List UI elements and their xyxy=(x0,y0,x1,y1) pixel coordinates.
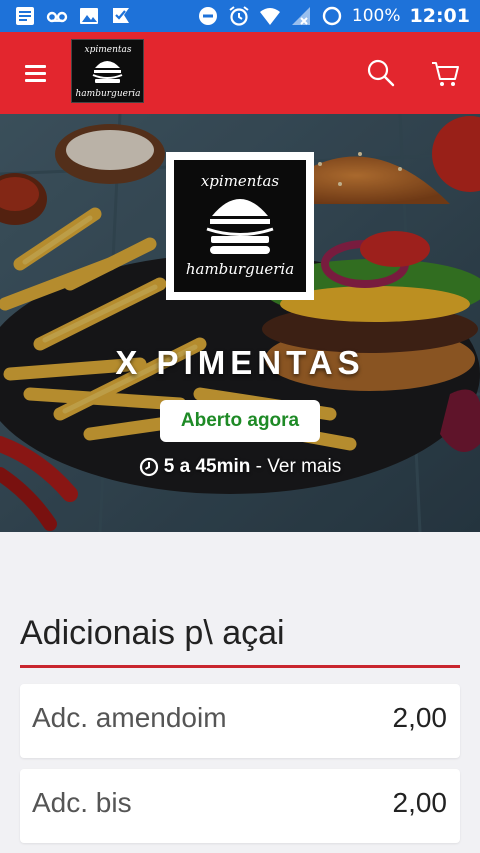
document-icon xyxy=(16,7,34,25)
menu-item[interactable]: Adc. amendoim 2,00 xyxy=(20,684,460,758)
menu-item[interactable]: Adc. bis 2,00 xyxy=(20,769,460,843)
image-icon xyxy=(80,8,98,24)
menu-item-price: 2,00 xyxy=(392,702,448,733)
cart-button[interactable] xyxy=(428,56,462,90)
menu-button[interactable] xyxy=(20,59,50,87)
status-bar: 100% 12:01 xyxy=(0,0,480,32)
cart-icon xyxy=(432,62,459,86)
check-flag-icon xyxy=(113,8,129,23)
alarm-icon xyxy=(229,6,249,26)
store-logo: xpimentas hamburgueria xyxy=(166,152,314,300)
battery-percent: 100% xyxy=(351,6,401,26)
store-name: X PIMENTAS xyxy=(115,344,365,381)
app-toolbar: xpimentas hamburgueria xyxy=(0,32,480,114)
search-button[interactable] xyxy=(364,56,398,90)
delivery-time: 5 a 45min xyxy=(163,456,251,477)
clock-icon xyxy=(139,457,158,477)
signal-icon xyxy=(291,7,310,25)
store-logo-small[interactable]: xpimentas hamburgueria xyxy=(71,39,144,103)
section-title: Adicionais p\ açai xyxy=(20,614,285,652)
do-not-disturb-icon xyxy=(198,7,217,25)
burger-logo-icon: xpimentas hamburgueria xyxy=(76,45,141,99)
clock-time: 12:01 xyxy=(409,5,470,27)
voicemail-icon xyxy=(46,11,68,23)
logo-bottom-text: hamburgueria xyxy=(76,89,141,99)
see-more-link[interactable]: Ver mais xyxy=(267,456,341,477)
menu-item-name: Adc. bis xyxy=(32,787,132,818)
system-icons: 100% 12:01 xyxy=(197,0,470,32)
hero-logo-bottom-text: hamburgueria xyxy=(186,260,294,278)
section-divider xyxy=(20,665,460,668)
menu-icon xyxy=(20,59,50,82)
logo-top-text: xpimentas xyxy=(85,45,132,55)
delivery-info: 5 a 45min - Ver mais xyxy=(0,456,480,478)
hero-logo-top-text: xpimentas xyxy=(201,172,280,190)
search-icon xyxy=(367,59,395,87)
battery-icon xyxy=(322,6,342,26)
notification-icons xyxy=(14,5,132,27)
menu-item-price: 2,00 xyxy=(392,787,448,818)
burger-logo-icon: xpimentas hamburgueria xyxy=(186,172,294,278)
status-badge: Aberto agora xyxy=(160,400,320,442)
store-hero: xpimentas hamburgueria X PIMENTAS Aberto… xyxy=(0,114,480,532)
wifi-icon xyxy=(259,8,280,25)
delivery-separator: - xyxy=(250,456,268,477)
menu-item-name: Adc. amendoim xyxy=(32,702,227,733)
